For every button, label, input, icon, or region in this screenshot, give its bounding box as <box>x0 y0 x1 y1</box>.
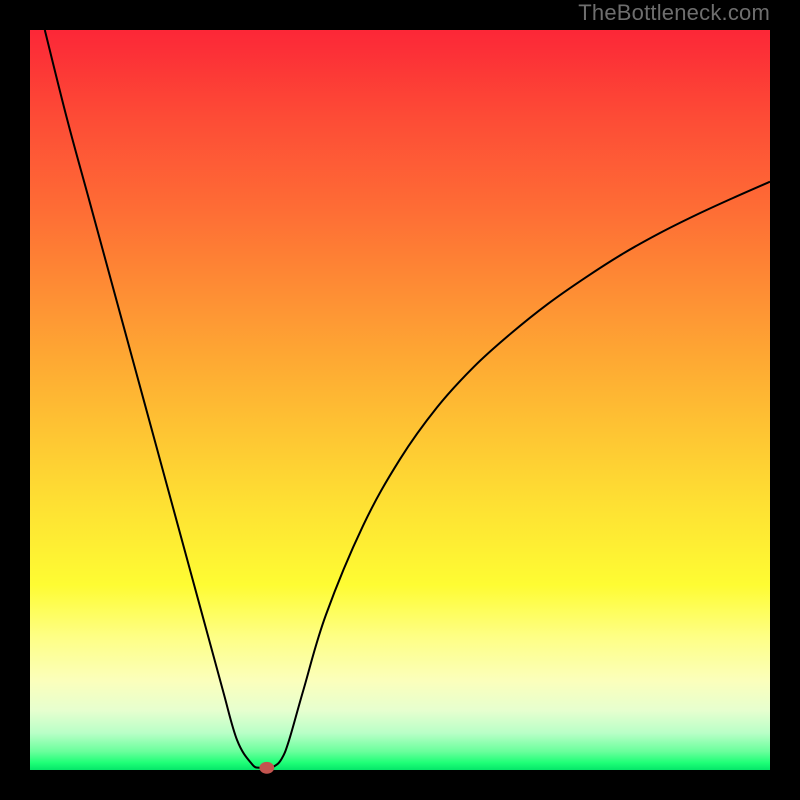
minimum-marker <box>259 762 274 774</box>
curve-svg <box>30 30 770 770</box>
watermark-text: TheBottleneck.com <box>578 0 770 26</box>
chart-frame: TheBottleneck.com <box>0 0 800 800</box>
plot-area <box>30 30 770 770</box>
bottleneck-curve <box>45 30 770 768</box>
